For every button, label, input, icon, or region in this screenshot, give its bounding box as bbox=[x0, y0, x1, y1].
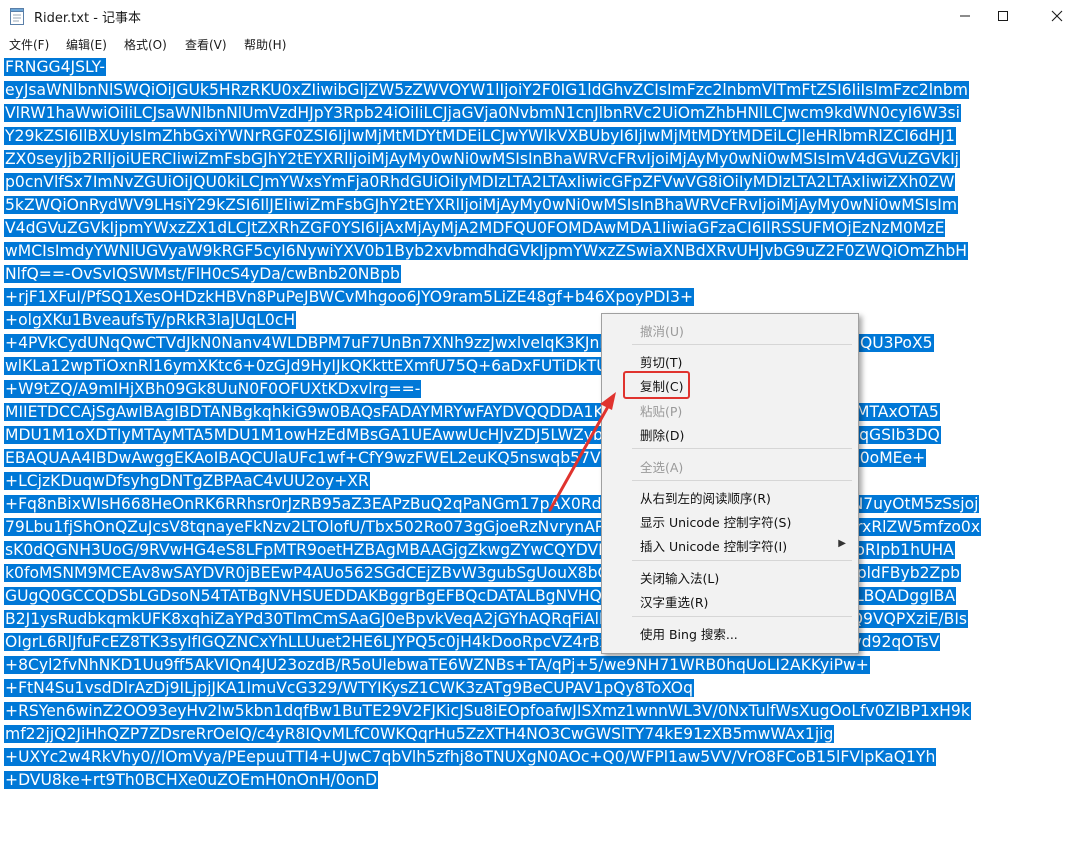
title-bar: Rider.txt - 记事本 bbox=[0, 0, 1080, 32]
context-menu: 撤消(U) 剪切(T) 复制(C) 粘贴(P) 删除(D) 全选(A) 从右到左… bbox=[601, 313, 859, 654]
menu-separator bbox=[632, 480, 852, 481]
menu-item-show-unicode[interactable]: 显示 Unicode 控制字符(S) bbox=[640, 512, 791, 531]
window-title: Rider.txt - 记事本 bbox=[34, 11, 142, 26]
menu-separator bbox=[632, 344, 852, 345]
menu-edit[interactable]: 编辑(E) bbox=[66, 36, 107, 53]
maximize-button[interactable] bbox=[980, 0, 1026, 32]
text-line: mf22jjQ2JiHhQZP7ZDsreRrOeIQ/c4yR8IQvMLfC… bbox=[4, 725, 835, 743]
text-line: +UXYc2w4RkVhy0//lOmVya/PEepuuTTI4+UJwC7q… bbox=[4, 748, 937, 766]
text-line: wlKLa12wpTiOxnRl16ymXKtc6+0zGJd9HyIJkQKk… bbox=[4, 357, 694, 375]
maximize-icon bbox=[998, 11, 1008, 21]
menu-file[interactable]: 文件(F) bbox=[9, 36, 49, 53]
text-line: FRNGG4JSLY- bbox=[4, 58, 106, 76]
text-line: +olgXKu1BveaufsTy/pRkR3laJUqL0cH bbox=[4, 311, 297, 329]
menu-separator bbox=[632, 448, 852, 449]
text-line: +W9tZQ/A9mIHjXBh09Gk8UuN0F0OFUXtKDxvlrg=… bbox=[4, 380, 422, 398]
text-line: +FtN4Su1vsdDlrAzDj9ILjpjJKA1ImuVcG329/WT… bbox=[4, 679, 694, 697]
menu-item-paste[interactable]: 粘贴(P) bbox=[640, 401, 682, 420]
menu-item-rtl-reading[interactable]: 从右到左的阅读顺序(R) bbox=[640, 488, 771, 507]
close-button[interactable] bbox=[1034, 0, 1080, 32]
menu-item-reconversion[interactable]: 汉字重选(R) bbox=[640, 592, 708, 611]
text-line: +LCjzKDuqwDfsyhgDNTgZBPAaC4vUU2oy+XR bbox=[4, 472, 370, 490]
menu-item-select-all[interactable]: 全选(A) bbox=[640, 457, 683, 476]
menu-help[interactable]: 帮助(H) bbox=[244, 36, 286, 53]
menu-separator bbox=[632, 560, 852, 561]
text-line: NlfQ==-OvSvIQSWMst/FlH0cS4yDa/cwBnb20NBp… bbox=[4, 265, 401, 283]
text-line: wMCIsImdyYWNlUGVyaW9kRGF5cyI6NywiYXV0b1B… bbox=[4, 242, 968, 260]
text-line: 5kZWQiOnRydWV9LHsiY29kZSI6IlJEIiwiZmFsbG… bbox=[4, 196, 959, 214]
menu-item-cut[interactable]: 剪切(T) bbox=[640, 352, 682, 371]
chevron-right-icon: ▶ bbox=[838, 538, 846, 549]
text-editor[interactable]: FRNGG4JSLY- eyJsaWNlbnNlSWQiOiJGUk5HRzRK… bbox=[0, 56, 1080, 844]
menu-format[interactable]: 格式(O) bbox=[124, 36, 167, 53]
text-line: VlRW1haWwiOiIiLCJsaWNlbnNlUmVzdHJpY3Rpb2… bbox=[4, 104, 962, 122]
close-icon bbox=[1051, 10, 1063, 22]
menu-separator bbox=[632, 616, 852, 617]
text-line: eyJsaWNlbnNlSWQiOiJGUk5HRzRKU0xZIiwibGlj… bbox=[4, 81, 969, 99]
menu-item-close-ime[interactable]: 关闭输入法(L) bbox=[640, 568, 719, 587]
menu-item-delete[interactable]: 删除(D) bbox=[640, 425, 684, 444]
menu-view[interactable]: 查看(V) bbox=[185, 36, 227, 53]
text-line: V4dGVuZGVkIjpmYWxzZX1dLCJtZXRhZGF0YSI6Ij… bbox=[4, 219, 946, 237]
text-line: +8Cyl2fvNhNKD1Uu9ff5AkVIQn4JU23ozdB/R5oU… bbox=[4, 656, 870, 674]
text-line: ZX0seyJjb2RlIjoiUERCIiwiZmFsbGJhY2tEYXRl… bbox=[4, 150, 961, 168]
text-line: +RSYen6winZ2OO93eyHv2Iw5kbn1dqfBw1BuTE29… bbox=[4, 702, 971, 720]
menu-item-undo[interactable]: 撤消(U) bbox=[640, 321, 684, 340]
menu-bar: 文件(F) 编辑(E) 格式(O) 查看(V) 帮助(H) bbox=[0, 32, 1080, 56]
menu-item-insert-unicode[interactable]: 插入 Unicode 控制字符(I) bbox=[640, 536, 787, 555]
text-line: +rjF1XFuI/PfSQ1XesOHDzkHBVn8PuPeJBWCvMhg… bbox=[4, 288, 695, 306]
text-line: +DVU8ke+rt9Th0BCHXe0uZOEmH0nOnH/0onD bbox=[4, 771, 379, 789]
text-line: p0cnVlfSx7ImNvZGUiOiJQU0kiLCJmYWxsYmFja0… bbox=[4, 173, 956, 191]
menu-item-bing-search[interactable]: 使用 Bing 搜索... bbox=[640, 624, 738, 643]
copy-highlight-box bbox=[623, 371, 690, 399]
minimize-icon bbox=[960, 15, 970, 17]
text-line: Y29kZSI6IlBXUyIsImZhbGxiYWNrRGF0ZSI6IjIw… bbox=[4, 127, 956, 145]
notepad-icon bbox=[10, 8, 24, 25]
